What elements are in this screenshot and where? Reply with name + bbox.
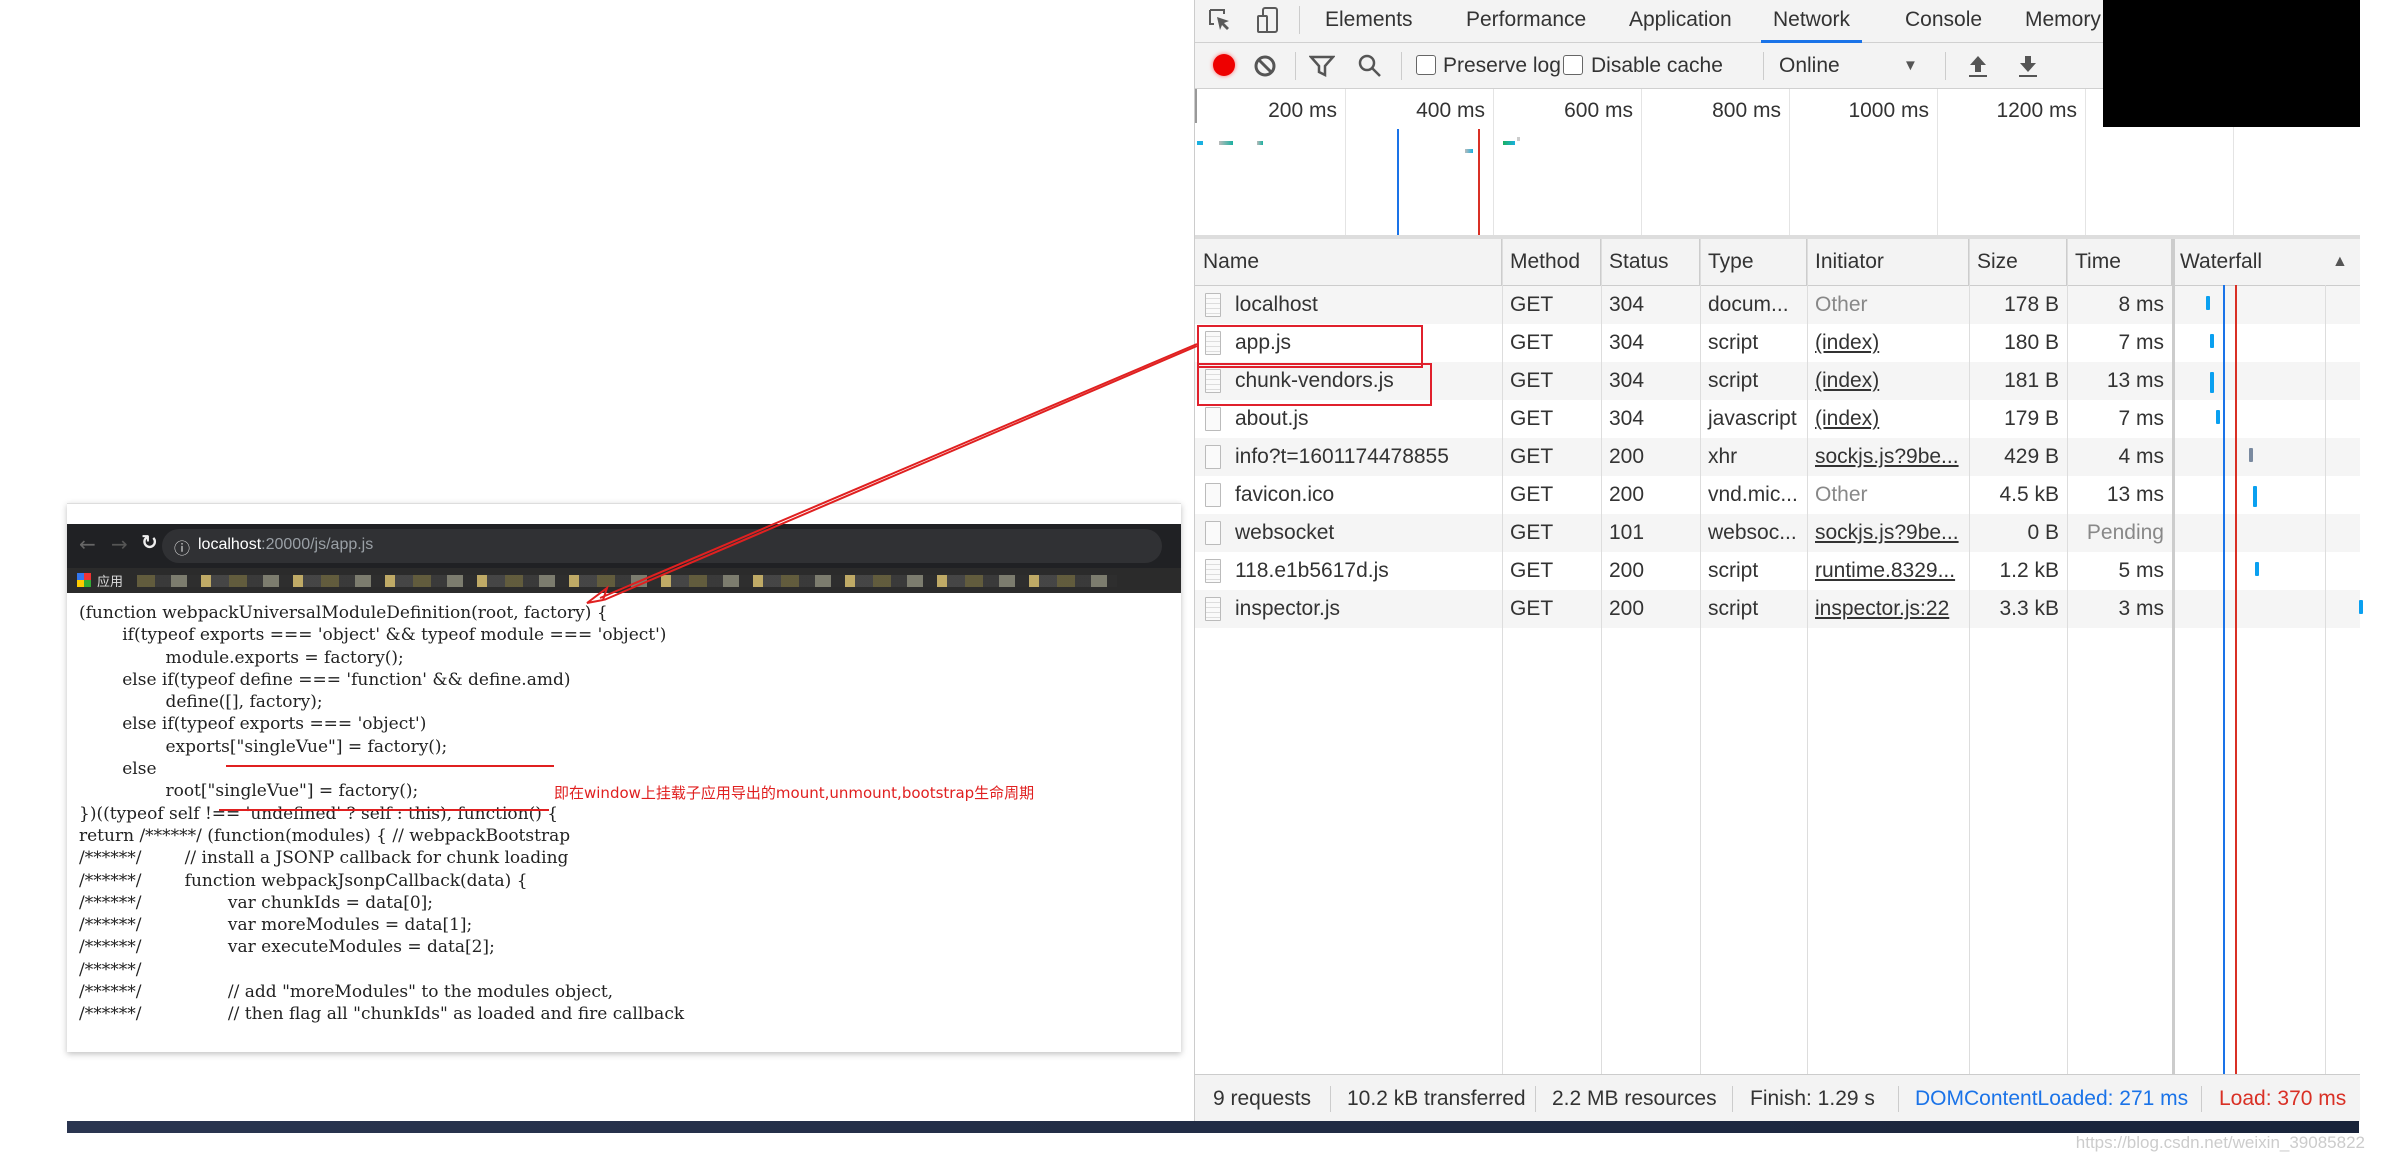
arrow-line xyxy=(603,345,1198,601)
arrow-head xyxy=(586,585,609,604)
os-taskbar xyxy=(67,1121,2359,1133)
arrow-line xyxy=(599,343,1198,599)
watermark: https://blog.csdn.net/weixin_39085822 xyxy=(2075,1133,2365,1152)
annotation-arrows xyxy=(586,343,1198,604)
